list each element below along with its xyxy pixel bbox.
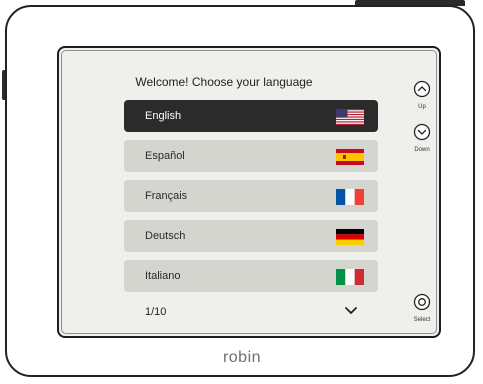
germany-flag-icon: [336, 229, 364, 245]
language-label: Deutsch: [145, 230, 186, 242]
france-flag-icon: [336, 189, 364, 205]
up-button-label: Up: [418, 104, 426, 110]
language-label: English: [145, 110, 182, 122]
chevron-down-circle-icon: [413, 123, 431, 141]
spain-flag-icon: [336, 149, 364, 165]
page-indicator: 1/10: [145, 306, 167, 318]
language-option-french[interactable]: Français: [124, 180, 378, 212]
language-option-english[interactable]: English: [124, 100, 378, 132]
device-frame: Welcome! Choose your language English Es…: [5, 5, 475, 377]
page-title: Welcome! Choose your language: [135, 75, 313, 89]
brand-logo: robin: [222, 349, 262, 366]
language-label: Italiano: [145, 270, 181, 282]
down-button-label: Down: [414, 147, 430, 153]
language-option-italian[interactable]: Italiano: [124, 260, 378, 292]
language-label: Français: [145, 190, 188, 202]
chevron-down-icon[interactable]: [344, 306, 358, 316]
chevron-up-circle-icon: [413, 80, 431, 98]
language-label: Español: [145, 150, 185, 162]
select-circle-icon: [413, 293, 431, 311]
device-screen: Welcome! Choose your language English Es…: [57, 46, 441, 338]
down-button[interactable]: Down: [410, 123, 434, 153]
select-button-label: Select: [413, 317, 431, 323]
language-option-german[interactable]: Deutsch: [124, 220, 378, 252]
us-flag-icon: [336, 109, 364, 125]
language-option-spanish[interactable]: Español: [124, 140, 378, 172]
up-button[interactable]: Up: [410, 80, 434, 110]
select-button[interactable]: Select: [410, 293, 434, 323]
italy-flag-icon: [336, 269, 364, 285]
